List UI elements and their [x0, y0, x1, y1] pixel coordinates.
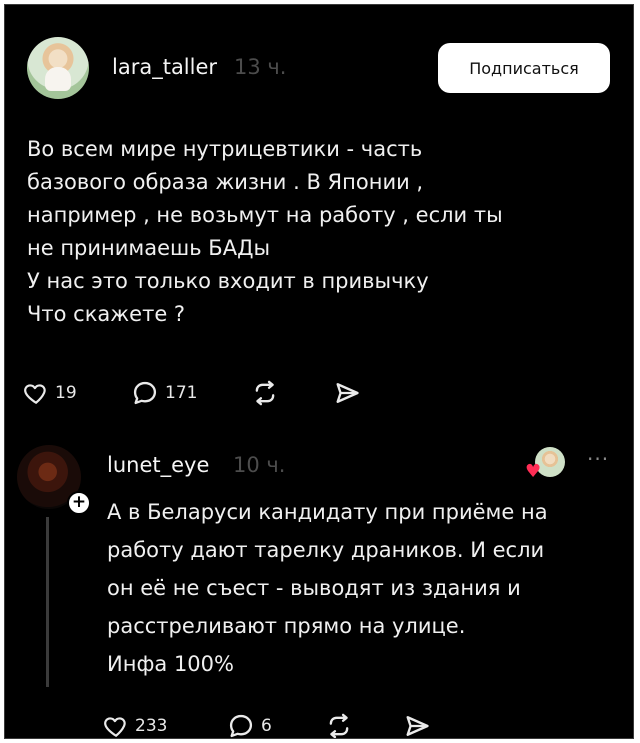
send-icon [336, 383, 359, 403]
speech-bubble-icon [133, 381, 157, 405]
speech-bubble-icon [229, 714, 253, 738]
author-avatar[interactable] [27, 37, 89, 99]
repost-icon [255, 380, 275, 406]
more-options-icon[interactable]: ··· [587, 447, 609, 471]
comment-button[interactable]: 171 [131, 375, 197, 411]
post-timestamp: 13 ч. [234, 55, 287, 79]
reply-share-button[interactable] [403, 708, 431, 738]
like-count: 19 [55, 383, 77, 403]
reply-text: А в Беларуси кандидату при приёме на раб… [107, 500, 548, 676]
reply-like-button[interactable]: 233 [103, 708, 168, 738]
post-text: Во всем мире нутрицевтики - часть базово… [27, 137, 503, 326]
reply-actions: 233 6 [103, 708, 523, 738]
heart-filled-icon: ♥ [525, 461, 542, 482]
heart-outline-icon [24, 384, 46, 404]
post-actions: 19 171 [23, 375, 543, 415]
follow-plus-icon[interactable]: + [67, 491, 91, 515]
like-button[interactable]: 19 [23, 375, 77, 411]
reply-comment-count: 6 [261, 716, 272, 736]
subscribe-button[interactable]: Подписаться [438, 43, 610, 93]
share-button[interactable] [333, 375, 361, 411]
reply-item: + lunet_eye 10 ч. ♥ ··· А в Беларуси кан… [15, 445, 625, 738]
reply-comment-button[interactable]: 6 [227, 708, 272, 738]
comment-count: 171 [165, 383, 198, 403]
heart-outline-icon [104, 717, 126, 737]
send-icon [406, 716, 429, 736]
reply-timestamp: 10 ч. [233, 453, 286, 477]
reply-username[interactable]: lunet_eye [107, 453, 209, 477]
author-username[interactable]: lara_taller [112, 55, 217, 79]
reply-repost-button[interactable] [325, 708, 353, 738]
repost-button[interactable] [251, 375, 279, 411]
reply-like-count: 233 [135, 716, 168, 736]
thread-line [46, 517, 49, 687]
thread-view: lara_taller 13 ч. Подписаться Во всем ми… [4, 4, 634, 739]
post-header: lara_taller 13 ч. Подписаться [27, 37, 617, 107]
repost-icon [329, 713, 349, 738]
